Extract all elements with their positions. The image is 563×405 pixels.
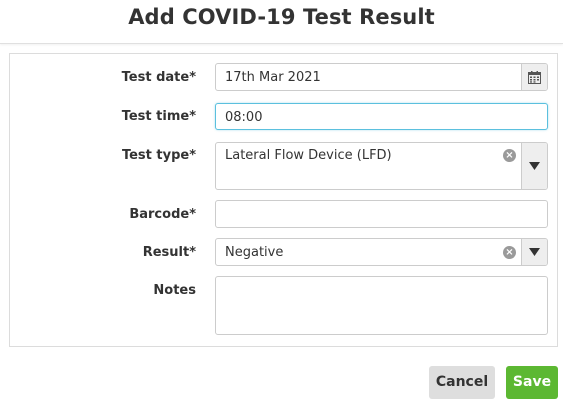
result-label: Result* [142, 245, 196, 260]
barcode-input[interactable] [215, 200, 548, 228]
caret-down-icon [529, 162, 540, 170]
result-value: Negative [225, 245, 284, 260]
clear-icon[interactable]: × [503, 246, 516, 259]
notes-label: Notes [153, 283, 196, 298]
calendar-button[interactable] [521, 64, 547, 90]
test-date-label: Test date* [121, 70, 196, 85]
add-test-result-dialog: Add COVID-19 Test Result Test date* 17th… [0, 0, 563, 405]
test-type-select[interactable]: Lateral Flow Device (LFD) × [215, 142, 548, 190]
test-time-label: Test time* [121, 109, 196, 124]
test-type-value: Lateral Flow Device (LFD) [225, 148, 392, 163]
test-date-value: 17th Mar 2021 [225, 70, 321, 85]
caret-down-icon [529, 248, 540, 256]
dialog-title: Add COVID-19 Test Result [128, 5, 435, 29]
cancel-button[interactable]: Cancel [429, 366, 495, 399]
calendar-icon [528, 70, 541, 84]
result-select[interactable]: Negative × [215, 238, 548, 266]
result-dropdown-toggle[interactable] [521, 239, 547, 265]
test-date-field[interactable]: 17th Mar 2021 [215, 63, 548, 91]
test-type-dropdown-toggle[interactable] [521, 143, 547, 189]
save-button[interactable]: Save [506, 366, 558, 399]
test-result-form: Test date* 17th Mar 2021 Test time* 08:0… [9, 53, 558, 347]
clear-icon[interactable]: × [503, 149, 516, 162]
dialog-header: Add COVID-19 Test Result [0, 0, 563, 44]
test-time-value: 08:00 [225, 110, 263, 125]
test-type-label: Test type* [121, 148, 196, 163]
barcode-label: Barcode* [129, 207, 196, 222]
test-time-input[interactable]: 08:00 [215, 103, 548, 130]
notes-textarea[interactable] [215, 276, 548, 335]
